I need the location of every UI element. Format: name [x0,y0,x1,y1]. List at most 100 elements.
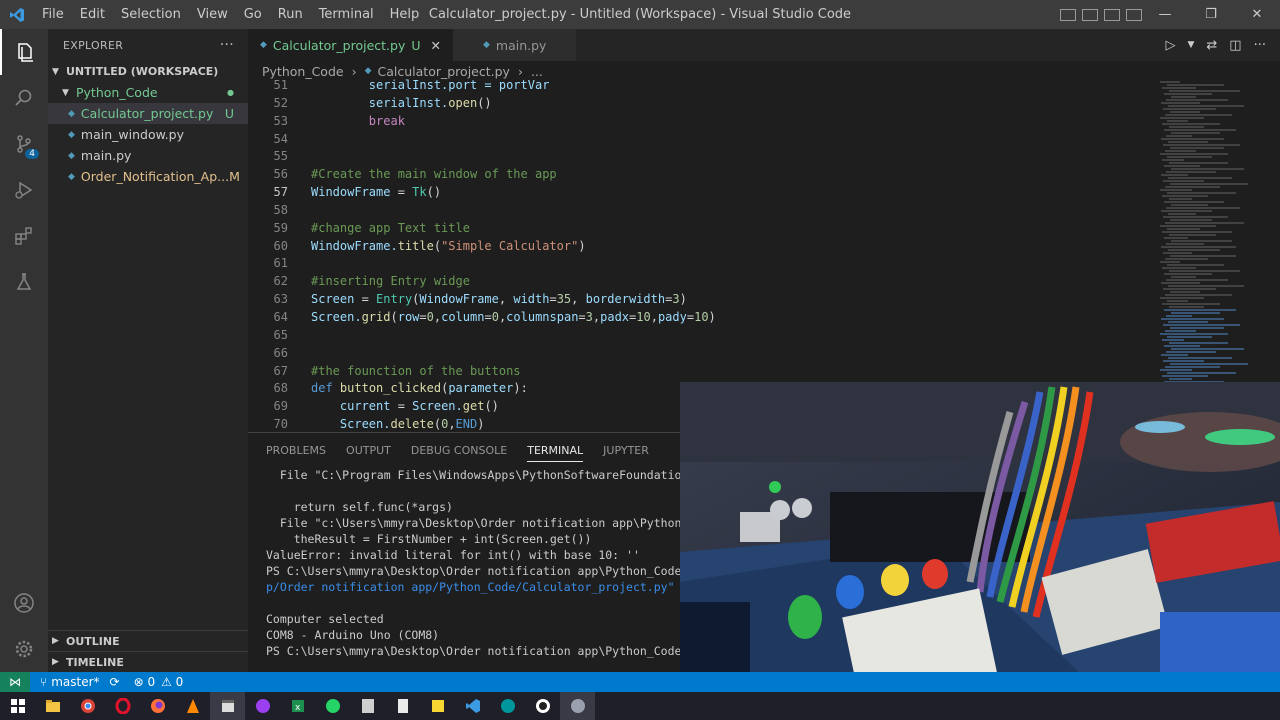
search-icon[interactable] [0,75,48,121]
more-actions-icon[interactable]: ··· [1254,38,1266,53]
notepad-icon[interactable] [385,692,420,720]
code-line[interactable]: 64 Screen.grid(row=0,column=0,columnspan=… [248,309,1148,327]
sync-icon[interactable]: ⟳ [110,675,120,689]
code-line[interactable]: 67 #the founction of the buttons [248,363,1148,381]
tab-jupyter[interactable]: JUPYTER [603,444,649,457]
tab-calculator-project[interactable]: ◆ Calculator_project.py U ✕ [248,29,453,61]
remote-indicator-icon[interactable]: ⋈ [0,672,30,692]
firefox-icon[interactable] [140,692,175,720]
code-line[interactable]: 52 serialInst.open() [248,95,1148,113]
code-token: ( [433,238,442,253]
code-token: = [578,309,586,324]
minimize-button[interactable]: — [1142,7,1188,22]
windows-start-icon[interactable] [0,692,35,720]
explorer-icon[interactable] [0,29,48,75]
file-explorer-icon[interactable] [35,692,70,720]
menu-edit[interactable]: Edit [72,7,113,22]
toggle-secondary-sidebar-icon[interactable] [1104,8,1120,21]
customize-layout-icon[interactable] [1126,8,1142,21]
timeline-section[interactable]: ▶ TIMELINE [48,651,248,672]
tab-main[interactable]: ◆ main.py [452,29,577,61]
code-line[interactable]: 63 Screen = Entry(WindowFrame, width=35, … [248,291,1148,309]
run-python-file-icon[interactable]: ▷ [1165,38,1175,53]
code-line[interactable]: 65 [248,327,1148,345]
activity-bar: 4 [0,29,48,672]
code-line[interactable]: 59 #change app Text title [248,220,1148,238]
messenger-icon[interactable] [245,692,280,720]
testing-flask-icon[interactable] [0,259,48,305]
tab-terminal[interactable]: TERMINAL [527,444,584,462]
split-editor-icon[interactable]: ◫ [1229,38,1241,53]
tab-debug-console[interactable]: DEBUG CONSOLE [411,444,507,457]
opera-icon[interactable] [105,692,140,720]
minimap-line [1160,117,1204,119]
close-window-button[interactable]: ✕ [1234,7,1280,22]
menu-run[interactable]: Run [270,7,311,22]
workspace-label: UNTITLED (WORKSPACE) [66,65,219,78]
errors-count[interactable]: ⊗ 0 [134,675,156,689]
code-line[interactable]: 51 serialInst.port = portVar [248,77,1148,95]
menu-view[interactable]: View [189,7,236,22]
folder-python-code[interactable]: ▼ Python_Code ● [48,82,248,103]
menu-terminal[interactable]: Terminal [311,7,382,22]
code-line[interactable]: 54 [248,131,1148,149]
tab-output[interactable]: OUTPUT [346,444,391,457]
close-tab-icon[interactable]: ✕ [431,38,441,53]
menu-go[interactable]: Go [236,7,270,22]
line-number: 70 [273,417,288,432]
terminal-output[interactable]: File "C:\Program Files\WindowsApps\Pytho… [248,467,680,659]
excel-icon[interactable]: x [280,692,315,720]
calculator-icon[interactable] [350,692,385,720]
toggle-panel-icon[interactable] [1082,8,1098,21]
steam-icon[interactable] [560,692,595,720]
code-line[interactable]: 60 WindowFrame.title("Simple Calculator") [248,238,1148,256]
toggle-sidebar-icon[interactable] [1060,8,1076,21]
vlc-icon[interactable] [175,692,210,720]
code-line[interactable]: 56 #Create the main window of the app [248,166,1148,184]
git-branch[interactable]: master* [51,675,99,689]
extensions-icon[interactable] [0,213,48,259]
chevron-down-icon[interactable]: ▼ [1187,40,1194,50]
code-line[interactable]: 58 [248,202,1148,220]
code-line[interactable]: 53 break [248,113,1148,131]
run-debug-icon[interactable] [0,167,48,213]
chrome-icon[interactable] [70,692,105,720]
terminal-line: p/Order notification app/Python_Code/Cal… [266,579,680,595]
code-text: WindowFrame.title("Simple Calculator") [311,238,586,256]
vscode-taskbar-icon[interactable] [455,692,490,720]
open-changes-icon[interactable]: ⇄ [1206,38,1217,53]
line-number: 65 [273,327,288,342]
file-label: main.py [80,148,132,163]
minimap[interactable] [1160,81,1250,421]
sticky-notes-icon[interactable] [420,692,455,720]
code-line[interactable]: 55 [248,148,1148,166]
warnings-count[interactable]: ⚠ 0 [161,675,183,689]
maximize-button[interactable]: ❐ [1188,7,1234,22]
clapper-app-icon[interactable] [210,692,245,720]
outline-section[interactable]: ▶ OUTLINE [48,630,248,651]
code-line[interactable]: 61 [248,255,1148,273]
file-main-window[interactable]: ◆ main_window.py [48,124,248,145]
file-calculator-project[interactable]: ◆ Calculator_project.py U [48,103,248,124]
code-token: borderwidth [585,292,666,307]
settings-gear-icon[interactable] [0,626,48,672]
menu-file[interactable]: File [34,7,72,22]
code-line[interactable]: 57 WindowFrame = Tk() [248,184,1148,202]
accounts-icon[interactable] [0,580,48,626]
code-token: open [448,95,478,110]
more-actions-icon[interactable]: ··· [220,37,234,53]
code-line[interactable]: 62 #inserting Entry widge [248,273,1148,291]
file-order-notification[interactable]: ◆ Order_Notification_Ap... M [48,166,248,187]
code-line[interactable]: 66 [248,345,1148,363]
workspace-root[interactable]: ▼ UNTITLED (WORKSPACE) [48,61,248,82]
file-main[interactable]: ◆ main.py [48,145,248,166]
code-editor[interactable]: 51 serialInst.port = portVar 52 serialIns… [248,77,1148,432]
obs-icon[interactable] [525,692,560,720]
line-number: 66 [273,345,288,360]
arduino-icon[interactable] [490,692,525,720]
source-control-icon[interactable]: 4 [0,121,48,167]
whatsapp-icon[interactable] [315,692,350,720]
menu-selection[interactable]: Selection [113,7,189,22]
minimap-line [1171,348,1244,350]
tab-problems[interactable]: PROBLEMS [266,444,326,457]
